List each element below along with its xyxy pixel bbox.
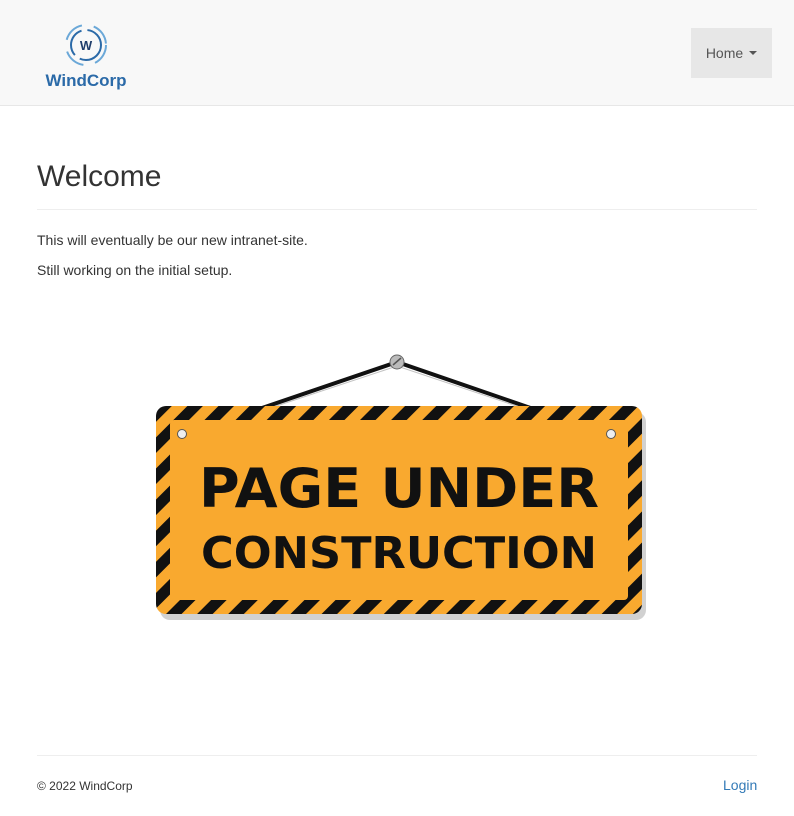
- page-title: Welcome: [37, 160, 162, 193]
- under-construction-sign: PAGE UNDER CONSTRUCTION: [150, 350, 650, 625]
- brand-name: WindCorp: [45, 71, 126, 90]
- caret-down-icon: [749, 51, 758, 55]
- footer-copyright: © 2022 WindCorp: [37, 779, 133, 793]
- login-link[interactable]: Login: [723, 777, 757, 793]
- footer-divider: [37, 755, 757, 756]
- title-divider: [37, 209, 757, 210]
- brand-monogram: W: [80, 38, 93, 53]
- sign-line-2: CONSTRUCTION: [201, 528, 597, 579]
- nav-home-dropdown[interactable]: Home: [691, 28, 772, 78]
- nav-home-label: Home: [705, 45, 744, 61]
- sign-line-1: PAGE UNDER: [199, 457, 599, 520]
- windcorp-logo[interactable]: W WindCorp: [40, 18, 134, 92]
- navbar: W WindCorp Home: [0, 0, 794, 106]
- intro-paragraph: This will eventually be our new intranet…: [37, 232, 308, 248]
- status-paragraph: Still working on the initial setup.: [37, 262, 233, 278]
